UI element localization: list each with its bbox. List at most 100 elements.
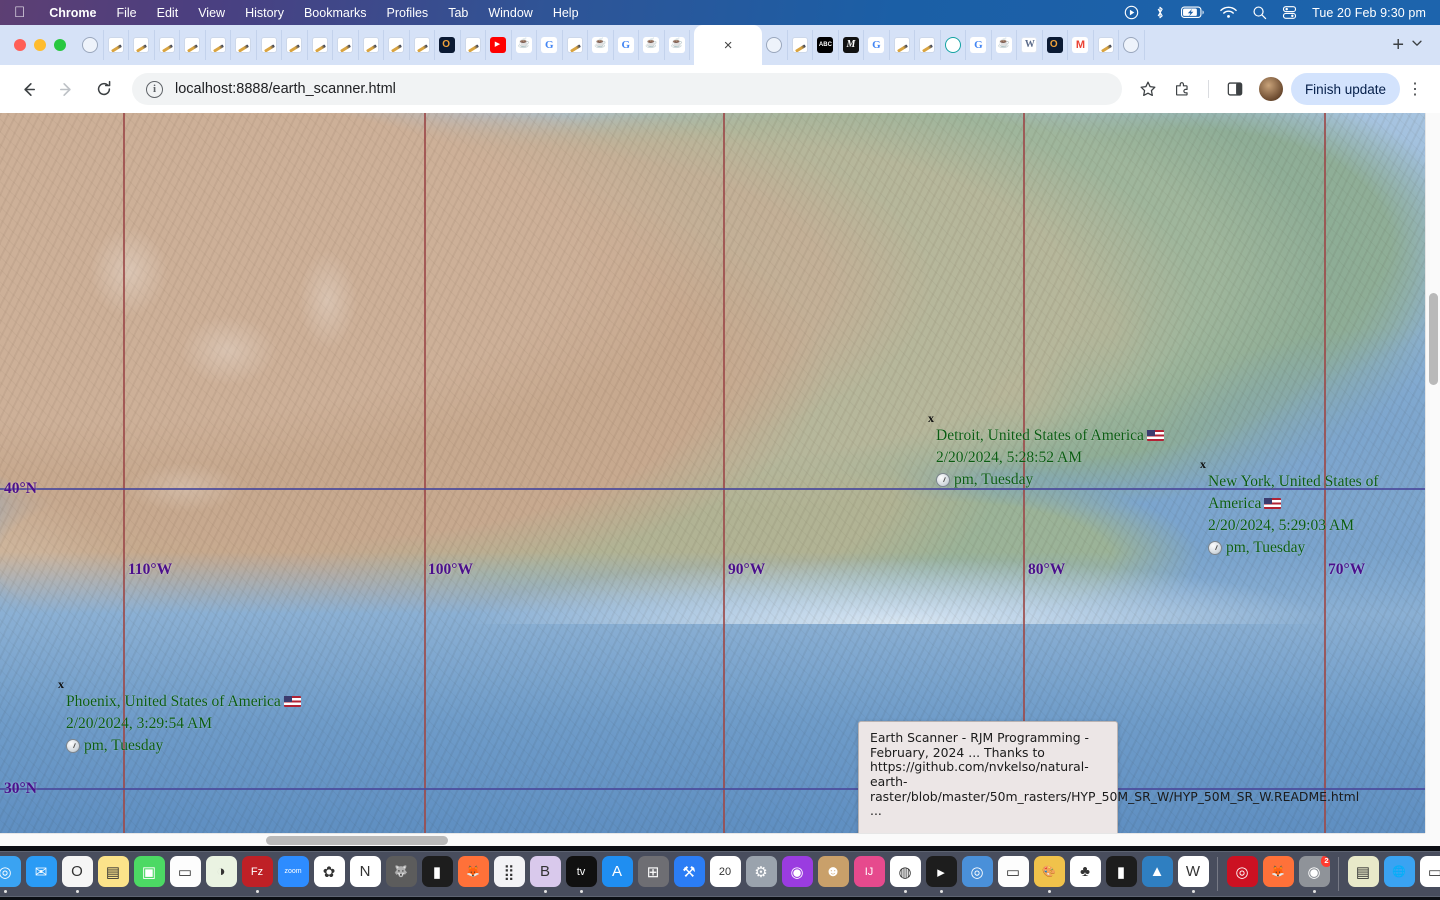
new-tab-button[interactable]: + <box>1386 35 1410 55</box>
dock-item-iterm[interactable]: ▸ <box>924 853 958 895</box>
tab-compass[interactable] <box>78 30 104 60</box>
tab-pencil[interactable] <box>206 30 232 60</box>
tab-java[interactable] <box>665 30 691 60</box>
dock-item-intellij[interactable]: IJ <box>852 853 886 895</box>
dock-item-compass-app[interactable]: ▲ <box>1140 853 1174 895</box>
dock-item-photos[interactable]: ✿ <box>312 853 346 895</box>
tab-active-earth-scanner[interactable]: × <box>694 25 762 65</box>
tab-asterisk[interactable] <box>762 30 788 60</box>
close-window-button[interactable] <box>14 39 26 51</box>
tab-pencil[interactable] <box>1094 30 1120 60</box>
maximize-window-button[interactable] <box>54 39 66 51</box>
dock-item-mail[interactable]: ✉ <box>24 853 58 895</box>
dock-item-safari[interactable]: ◎ <box>0 853 22 895</box>
vertical-scrollbar-thumb[interactable] <box>1429 293 1438 385</box>
dock-item-firefox-dev[interactable]: 🦊 <box>1261 853 1295 895</box>
tab-java[interactable] <box>512 30 538 60</box>
tab-search-chevron-icon[interactable] <box>1410 36 1424 55</box>
menu-history[interactable]: History <box>235 6 294 20</box>
dock-item-launchpad[interactable]: ⣿ <box>492 853 526 895</box>
tab-pencil[interactable] <box>257 30 283 60</box>
dock-item-apple-tv[interactable]: tv <box>564 853 598 895</box>
dock-item-notes[interactable]: ▤ <box>96 853 130 895</box>
tab-pencil[interactable] <box>788 30 814 60</box>
star-icon[interactable] <box>1132 73 1164 105</box>
dock-item-zoom[interactable]: zoom <box>276 853 310 895</box>
tab-teal-circle[interactable] <box>941 30 967 60</box>
address-bar[interactable]: i localhost:8888/earth_scanner.html <box>132 73 1122 105</box>
dock-item-bbedit[interactable]: B <box>528 853 562 895</box>
chrome-menu-button[interactable]: ⋮ <box>1402 73 1428 105</box>
tab-google[interactable]: G <box>614 30 640 60</box>
horizontal-scrollbar[interactable] <box>0 833 1425 846</box>
dock-item-maps[interactable]: ◑ <box>204 853 238 895</box>
dock-item-tooth-app[interactable]: W <box>1176 853 1210 895</box>
dock-item-contacts[interactable]: ☻ <box>816 853 850 895</box>
dock-item-inkscape[interactable]: ♣ <box>1068 853 1102 895</box>
dock-item-gimp[interactable]: 🐺 <box>384 853 418 895</box>
tab-pencil[interactable] <box>333 30 359 60</box>
city-marker-detroit[interactable]: xDetroit, United States of America2/20/2… <box>928 411 1228 491</box>
menu-profiles[interactable]: Profiles <box>377 6 439 20</box>
dock-item-textedit[interactable]: ▭ <box>168 853 202 895</box>
tab-medium[interactable]: M <box>839 30 865 60</box>
minimize-window-button[interactable] <box>34 39 46 51</box>
menu-edit[interactable]: Edit <box>147 6 189 20</box>
menu-view[interactable]: View <box>188 6 235 20</box>
tab-tooth[interactable] <box>1017 30 1043 60</box>
dock-item-screen-share[interactable]: ◉2 <box>1297 853 1331 895</box>
tab-pencil[interactable] <box>308 30 334 60</box>
tab-opera[interactable] <box>1043 30 1069 60</box>
dock-item-terminal[interactable]: ▮ <box>420 853 454 895</box>
wifi-icon[interactable] <box>1220 6 1237 19</box>
profile-avatar[interactable] <box>1259 77 1283 101</box>
tab-java[interactable] <box>639 30 665 60</box>
extensions-icon[interactable] <box>1166 73 1198 105</box>
close-icon[interactable]: × <box>724 38 733 53</box>
dock-item-app-store[interactable]: A <box>600 853 634 895</box>
tab-pencil[interactable] <box>155 30 181 60</box>
tab-pencil[interactable] <box>231 30 257 60</box>
dock-item-calendar[interactable]: 20 <box>708 853 742 895</box>
horizontal-scrollbar-thumb[interactable] <box>266 836 448 845</box>
dock-item-filezilla[interactable]: Fz <box>240 853 274 895</box>
tab-pencil[interactable] <box>890 30 916 60</box>
tab-opera[interactable] <box>435 30 461 60</box>
dock-item-news[interactable]: N <box>348 853 382 895</box>
screen-record-icon[interactable] <box>1124 5 1139 20</box>
forward-button[interactable] <box>50 73 82 105</box>
tab-java[interactable] <box>992 30 1018 60</box>
dock-item-paintbrush[interactable]: 🎨 <box>1032 853 1066 895</box>
dock-item-stickies-stack[interactable]: ▤ <box>1346 853 1380 895</box>
side-panel-icon[interactable] <box>1219 73 1251 105</box>
tab-circle[interactable] <box>1119 30 1145 60</box>
menu-file[interactable]: File <box>106 6 146 20</box>
tab-pencil[interactable] <box>282 30 308 60</box>
finish-update-button[interactable]: Finish update <box>1291 73 1400 105</box>
back-button[interactable] <box>12 73 44 105</box>
tab-pencil[interactable] <box>563 30 589 60</box>
dock-item-chrome[interactable]: ◍ <box>888 853 922 895</box>
dock-item-xcode[interactable]: ⚒ <box>672 853 706 895</box>
dock-item-window-1[interactable]: ▭ <box>1418 853 1440 895</box>
menu-help[interactable]: Help <box>543 6 589 20</box>
dock-item-opera[interactable]: O <box>60 853 94 895</box>
tab-pencil[interactable] <box>461 30 487 60</box>
dock-item-opera-gx[interactable]: ◎ <box>1225 853 1259 895</box>
tab-youtube[interactable] <box>486 30 512 60</box>
dock-item-quicklook[interactable]: ◎ <box>960 853 994 895</box>
tab-pencil[interactable] <box>129 30 155 60</box>
menu-bookmarks[interactable]: Bookmarks <box>294 6 377 20</box>
apple-icon[interactable]:  <box>14 5 25 20</box>
dock-item-facetime[interactable]: ▣ <box>132 853 166 895</box>
tab-pencil[interactable] <box>384 30 410 60</box>
tab-google[interactable]: G <box>864 30 890 60</box>
city-marker-new-york[interactable]: xNew York, United States ofAmerica2/20/2… <box>1200 457 1395 559</box>
bluetooth-icon[interactable] <box>1154 5 1166 20</box>
dock-item-globe-downloads[interactable]: 🌐 <box>1382 853 1416 895</box>
dock-item-system-settings[interactable]: ⚙ <box>744 853 778 895</box>
tab-pencil[interactable] <box>410 30 436 60</box>
tab-abc[interactable]: ABC <box>813 30 839 60</box>
menu-tab[interactable]: Tab <box>438 6 478 20</box>
menu-window[interactable]: Window <box>478 6 542 20</box>
